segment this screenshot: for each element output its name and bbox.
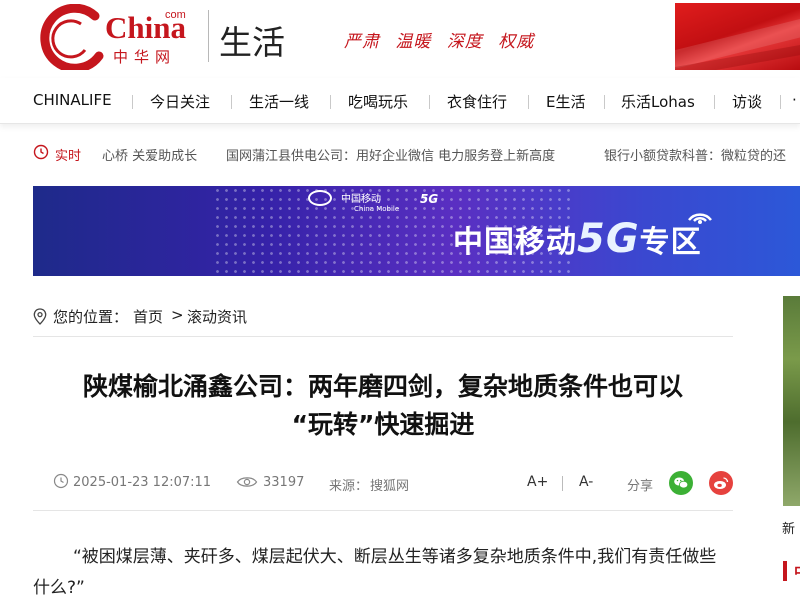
breadcrumb-label: 您的位置： [53,308,129,326]
site-header: com China 中华网 生活 严肃 温暖 深度 权威 [0,0,800,78]
source-label: 来源： [329,479,369,494]
nav-item-chinalife[interactable]: CHINALIFE [33,91,112,109]
nav-separator [780,95,781,109]
logo-swoosh-icon [40,4,104,70]
nav-separator [429,95,430,109]
nav-item-frontline[interactable]: 生活一线 [249,91,309,112]
nav-separator [330,95,331,109]
logo-chinese-text: 中华网 [113,48,177,66]
ad-headline-post: 专区 [639,225,702,260]
article-title: 陕煤榆北涌鑫公司：两年磨四剑，复杂地质条件也可以 “玩转”快速掘进 [33,368,733,444]
breadcrumb-separator: > [171,306,184,324]
red-flag-banner[interactable] [675,3,800,70]
clock-icon [53,473,69,489]
nav-separator [231,95,232,109]
ad-headline-5g: 5G [577,216,640,262]
logo-china-text: China [105,10,186,45]
slogan-word: 温暖 [395,32,432,52]
ad-brand-cn: 中国移动 [341,194,381,205]
nav-item-more[interactable]: · [792,91,797,109]
font-size-divider [562,476,563,491]
ad-brand-en: China Mobile [354,205,400,213]
wechat-share-button[interactable] [669,471,693,495]
main-nav: CHINALIFE 今日关注 生活一线 吃喝玩乐 衣食住行 E生活 乐活Loha… [0,78,800,124]
nav-item-today[interactable]: 今日关注 [150,91,210,112]
slogan-word: 严肃 [344,32,380,52]
nav-item-food-fun[interactable]: 吃喝玩乐 [348,91,408,112]
font-increase-button[interactable]: A+ [527,474,548,490]
signal-waves-icon [688,213,712,224]
slogan: 严肃 温暖 深度 权威 [344,27,543,52]
ticker-headline[interactable]: 心桥 关爱助成长 [102,145,197,164]
article-title-line: 陕煤榆北涌鑫公司：两年磨四剑，复杂地质条件也可以 [82,372,683,401]
nav-item-e-life[interactable]: E生活 [546,91,585,112]
nav-separator [604,95,605,109]
nav-separator [528,95,529,109]
source-name: 搜狐网 [370,479,410,494]
weibo-share-button[interactable] [709,471,733,495]
eye-icon [236,477,258,487]
article-meta: 2025-01-23 12:07:11 33197 来源： 搜狐网 A+ A- … [33,470,733,498]
publish-date: 2025-01-23 12:07:11 [73,475,212,490]
slogan-word: 权威 [498,32,535,52]
ticker-headline[interactable]: 银行小额贷款科普：微粒贷的还 [604,145,786,164]
article-title-line: “玩转”快速掘进 [291,410,475,439]
news-ticker: 实时 心桥 关爱助成长 国网蒲江县供电公司：用好企业微信 电力服务登上新高度 银… [0,138,800,168]
china-mobile-5g-ad[interactable]: 中国移动 China Mobile 5G 中国移动5G专区 [33,186,800,276]
share-label: 分享 [627,479,654,494]
font-decrease-button[interactable]: A- [579,474,593,490]
article-body-paragraph: “被困煤层薄、夹矸多、煤层起伏大、断层丛生等诸多复杂地质条件中,我们有责任做些什… [33,547,717,598]
location-pin-icon [33,308,47,325]
china-com-logo[interactable]: com China 中华网 [33,4,213,70]
sidebar-heading-marker [783,561,787,581]
ad-brand-5g: 5G [420,192,439,206]
breadcrumb: 您的位置： 首页 > 滚动资讯 [33,306,733,336]
nav-separator [132,95,133,109]
logo-divider [208,10,209,62]
meta-divider [33,510,733,511]
ad-headline: 中国移动5G专区 [453,216,702,262]
wechat-icon [674,477,689,489]
ticker-headline[interactable]: 国网蒲江县供电公司：用好企业微信 电力服务登上新高度 [226,145,555,164]
view-count: 33197 [263,475,305,490]
ad-headline-pre: 中国移动 [453,225,577,260]
channel-title[interactable]: 生活 [219,16,285,64]
breadcrumb-divider [33,336,733,337]
sidebar-caption[interactable]: 新 [782,518,795,537]
nav-separator [714,95,715,109]
clock-icon [33,144,49,160]
sidebar-heading: 中 [794,561,800,582]
ad-brand: 中国移动 China Mobile [341,190,399,213]
breadcrumb-home-link[interactable]: 首页 [133,306,163,327]
ticker-label: 实时 [55,149,82,164]
weibo-icon [714,477,729,489]
slogan-word: 深度 [446,32,483,52]
breadcrumb-current-link[interactable]: 滚动资讯 [187,306,247,327]
sidebar-image[interactable] [783,296,800,506]
nav-item-interview[interactable]: 访谈 [732,91,762,112]
nav-item-living[interactable]: 衣食住行 [447,91,507,112]
china-mobile-logo-icon [308,190,332,206]
nav-item-lohas[interactable]: 乐活Lohas [621,91,695,112]
